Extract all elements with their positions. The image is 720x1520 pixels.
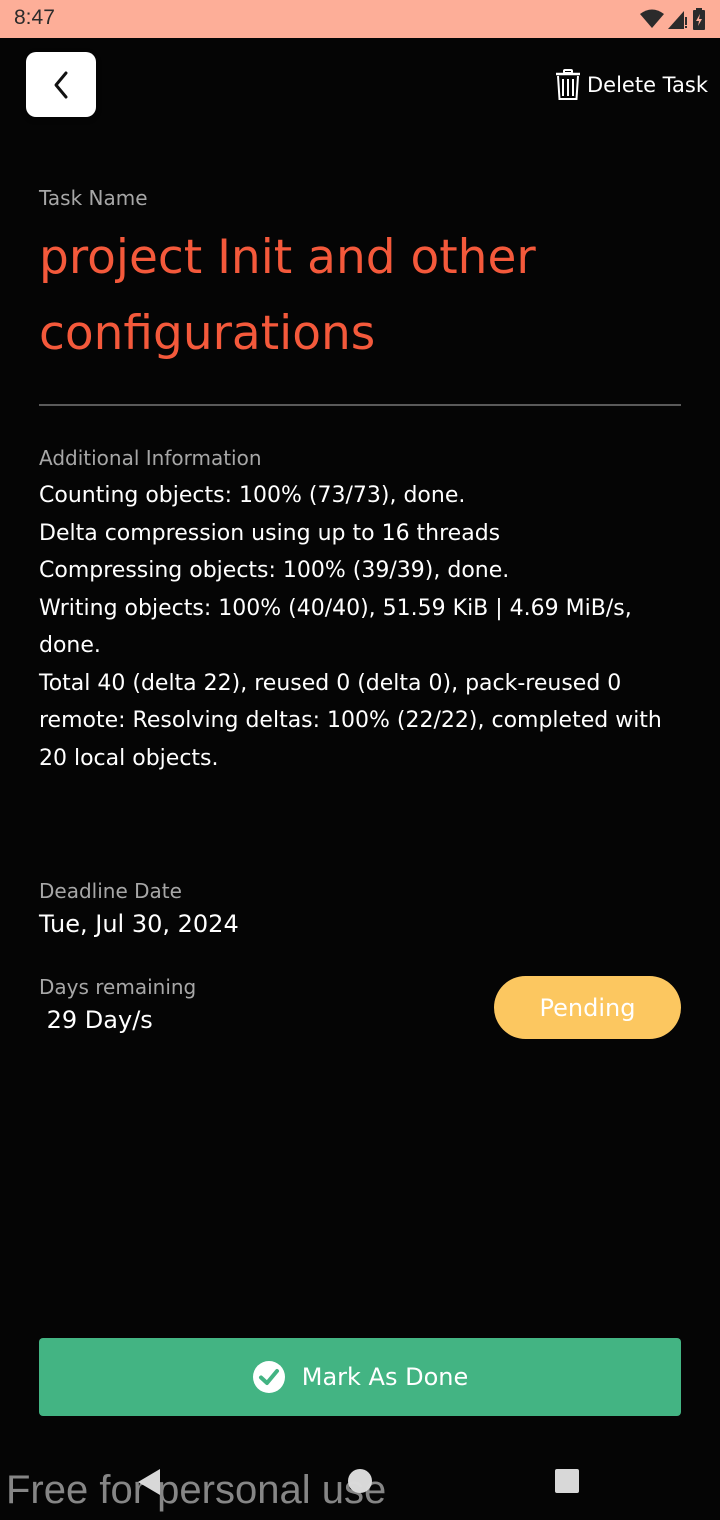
back-button[interactable] [26, 52, 96, 117]
days-remaining-value: 29 Day/s [39, 1006, 153, 1034]
status-badge: Pending [494, 976, 681, 1039]
status-icons [640, 8, 706, 30]
delete-task-button[interactable]: Delete Task [555, 67, 708, 103]
mark-as-done-label: Mark As Done [301, 1363, 469, 1391]
check-circle-icon [252, 1361, 285, 1393]
mark-as-done-button[interactable]: Mark As Done [39, 1338, 681, 1416]
info-line: Compressing objects: 100% (39/39), done. [39, 558, 510, 583]
trash-icon [556, 69, 580, 100]
info-line: remote: Resolving deltas: 100% (22/22), … [39, 708, 662, 771]
signal-icon [668, 11, 687, 29]
chevron-left-icon [54, 71, 68, 98]
task-name-label: Task Name [39, 186, 148, 210]
wifi-icon [640, 9, 664, 28]
battery-icon [693, 8, 705, 30]
deadline-value: Tue, Jul 30, 2024 [39, 910, 239, 938]
additional-info-list: Counting objects: 100% (73/73), done. De… [39, 477, 679, 777]
additional-info-label: Additional Information [39, 446, 262, 470]
info-line: Writing objects: 100% (40/40), 51.59 KiB… [39, 595, 632, 659]
watermark: Free for personal use [6, 1468, 387, 1512]
task-title: project Init and other configurations [39, 230, 536, 361]
deadline-label: Deadline Date [39, 879, 182, 903]
divider [39, 404, 681, 406]
delete-task-label: Delete Task [587, 73, 708, 97]
status-bar: 8:47 [0, 0, 720, 38]
info-line: Total 40 (delta 22), reused 0 (delta 0),… [39, 670, 622, 696]
nav-recents-icon[interactable] [554, 1468, 580, 1494]
status-time: 8:47 [14, 6, 55, 29]
info-line: Counting objects: 100% (73/73), done. [39, 483, 466, 508]
info-line: Delta compression using up to 16 threads [39, 520, 501, 546]
days-remaining-label: Days remaining [39, 975, 197, 999]
